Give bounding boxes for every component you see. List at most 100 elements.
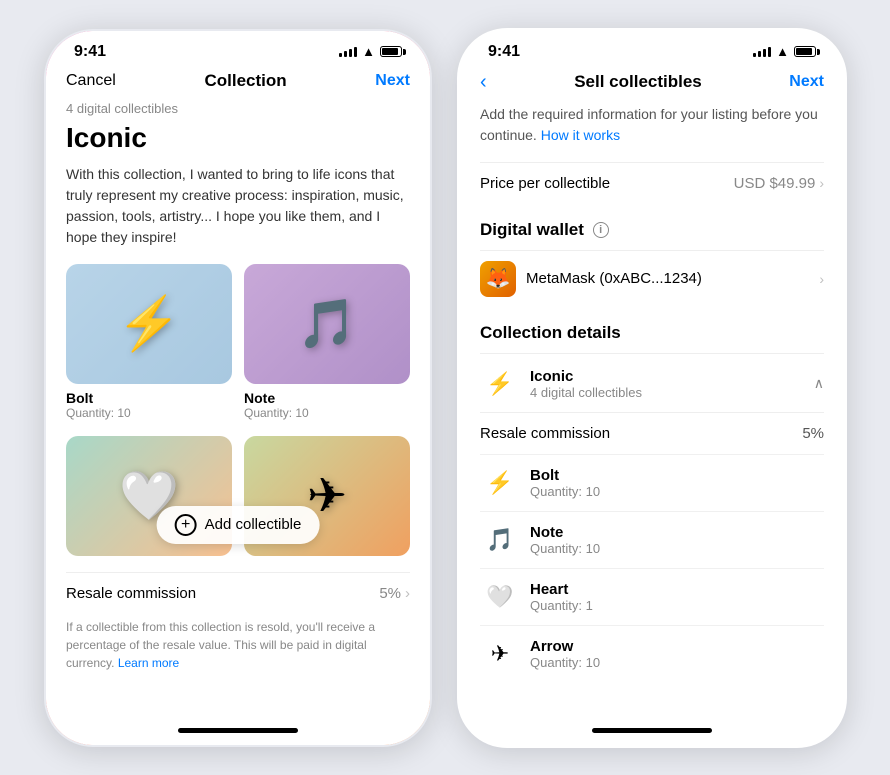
wallet-name: MetaMask (0xABC...1234) — [526, 270, 702, 287]
battery-icon — [380, 46, 402, 57]
nav-title-left: Collection — [204, 71, 286, 91]
price-value: USD $49.99 › — [734, 175, 824, 192]
resale-value-left: 5% › — [379, 585, 410, 602]
nft-list-item-heart[interactable]: 🤍 Heart Quantity: 1 — [480, 568, 824, 625]
nft-name-note: Note — [244, 390, 410, 406]
home-indicator-right — [460, 717, 844, 745]
nav-bar-right: ‹ Sell collectibles Next — [460, 67, 844, 104]
resale-description: If a collectible from this collection is… — [66, 614, 410, 672]
nav-title-right: Sell collectibles — [574, 72, 702, 92]
nft-item-qty-note: Quantity: 10 — [530, 541, 824, 556]
nav-bar-left: Cancel Collection Next — [46, 67, 430, 101]
nft-item-name-heart: Heart — [530, 581, 824, 598]
collection-thumb: ⚡ — [480, 364, 520, 404]
collection-subtitle: 4 digital collectibles — [66, 101, 410, 116]
collection-info: Iconic 4 digital collectibles — [530, 368, 804, 400]
resale-row-right: Resale commission 5% — [480, 412, 824, 454]
collection-thumb-icon: ⚡ — [486, 371, 513, 397]
nft-info-note: Note Quantity: 10 — [530, 524, 824, 556]
info-icon[interactable]: i — [593, 222, 609, 238]
resale-value-right: 5% — [802, 425, 824, 442]
home-indicator-left — [46, 717, 430, 745]
price-label: Price per collectible — [480, 175, 610, 192]
arrow-list-icon: ✈ — [491, 641, 509, 667]
wallet-chevron-icon: › — [819, 271, 824, 287]
nft-thumb-arrow: ✈ — [480, 634, 520, 674]
battery-icon-right — [794, 46, 816, 57]
nft-thumb-note: 🎵 — [480, 520, 520, 560]
nft-list-item-note[interactable]: 🎵 Note Quantity: 10 — [480, 511, 824, 568]
next-button-right[interactable]: Next — [789, 73, 824, 91]
resale-label-right: Resale commission — [480, 425, 610, 442]
next-button-left[interactable]: Next — [375, 72, 410, 90]
nft-item-name-note: Note — [530, 524, 824, 541]
collection-item[interactable]: ⚡ Iconic 4 digital collectibles ∧ — [480, 353, 824, 412]
status-icons-left: ▲ — [339, 44, 402, 59]
nft-qty-note: Quantity: 10 — [244, 406, 410, 420]
time-right: 9:41 — [488, 43, 520, 61]
nft-image-note: 🎵 — [244, 264, 410, 384]
nft-card-bolt[interactable]: ⚡ Bolt Quantity: 10 — [66, 264, 232, 420]
nft-item-qty-bolt: Quantity: 10 — [530, 484, 824, 499]
signal-icon — [339, 47, 357, 57]
nft-item-qty-arrow: Quantity: 10 — [530, 655, 824, 670]
collection-toggle-icon[interactable]: ∧ — [814, 375, 824, 392]
left-phone: 9:41 ▲ Cancel Collection Next — [43, 28, 433, 748]
heart-list-icon: 🤍 — [486, 584, 513, 610]
nft-thumb-heart: 🤍 — [480, 577, 520, 617]
wallet-heading: Digital wallet i — [480, 220, 824, 240]
collection-name: Iconic — [530, 368, 804, 385]
home-bar-right — [592, 728, 712, 733]
nft-name-bolt: Bolt — [66, 390, 232, 406]
price-row[interactable]: Price per collectible USD $49.99 › — [480, 162, 824, 204]
collection-details-heading: Collection details — [480, 323, 824, 343]
add-circle-icon: + — [175, 514, 197, 536]
info-text: Add the required information for your li… — [480, 104, 824, 146]
time-left: 9:41 — [74, 43, 106, 61]
resale-label-left: Resale commission — [66, 585, 196, 602]
collection-description: With this collection, I wanted to bring … — [66, 164, 410, 248]
bolt-list-icon: ⚡ — [486, 470, 513, 496]
metamask-icon: 🦊 — [480, 261, 516, 297]
nft-grid-top: ⚡ Bolt Quantity: 10 🎵 Note Quantity: 10 — [66, 264, 410, 420]
collection-title: Iconic — [66, 122, 410, 154]
nft-info-heart: Heart Quantity: 1 — [530, 581, 824, 613]
nft-item-name-arrow: Arrow — [530, 638, 824, 655]
how-it-works-link[interactable]: How it works — [541, 127, 620, 143]
add-collectible-label: Add collectible — [205, 516, 302, 533]
status-icons-right: ▲ — [753, 44, 816, 59]
back-button[interactable]: ‹ — [480, 71, 487, 94]
nft-item-name-bolt: Bolt — [530, 467, 824, 484]
note-icon: 🎵 — [297, 295, 357, 352]
status-bar-left: 9:41 ▲ — [46, 31, 430, 67]
add-collectible-button[interactable]: + Add collectible — [157, 506, 320, 544]
wallet-row[interactable]: 🦊 MetaMask (0xABC...1234) › — [480, 250, 824, 307]
nft-info-bolt: Bolt Quantity: 10 — [530, 467, 824, 499]
nft-item-qty-heart: Quantity: 1 — [530, 598, 824, 613]
nft-thumb-bolt: ⚡ — [480, 463, 520, 503]
wifi-icon-right: ▲ — [776, 44, 789, 59]
wallet-info: 🦊 MetaMask (0xABC...1234) — [480, 261, 702, 297]
resale-chevron-icon: › — [405, 585, 410, 602]
learn-more-link[interactable]: Learn more — [118, 656, 179, 670]
collection-count: 4 digital collectibles — [530, 385, 804, 400]
nft-info-arrow: Arrow Quantity: 10 — [530, 638, 824, 670]
price-chevron-icon: › — [819, 175, 824, 191]
nft-list-item-bolt[interactable]: ⚡ Bolt Quantity: 10 — [480, 454, 824, 511]
home-bar-left — [178, 728, 298, 733]
wifi-icon: ▲ — [362, 44, 375, 59]
nft-qty-bolt: Quantity: 10 — [66, 406, 232, 420]
status-bar-right: 9:41 ▲ — [460, 31, 844, 67]
bolt-icon: ⚡ — [117, 293, 182, 354]
nft-list: ⚡ Bolt Quantity: 10 🎵 Note Qu — [480, 454, 824, 682]
nft-image-bolt: ⚡ — [66, 264, 232, 384]
note-list-icon: 🎵 — [486, 527, 513, 553]
right-phone: 9:41 ▲ ‹ Sell collectibles Next — [457, 28, 847, 748]
nft-grid-bottom: 🤍 ✈ + Add collectible — [66, 436, 410, 556]
cancel-button[interactable]: Cancel — [66, 72, 116, 90]
signal-icon-right — [753, 47, 771, 57]
nft-list-item-arrow[interactable]: ✈ Arrow Quantity: 10 — [480, 625, 824, 682]
scroll-content-left: 4 digital collectibles Iconic With this … — [46, 101, 430, 717]
nft-card-note[interactable]: 🎵 Note Quantity: 10 — [244, 264, 410, 420]
resale-row-left[interactable]: Resale commission 5% › — [66, 572, 410, 614]
